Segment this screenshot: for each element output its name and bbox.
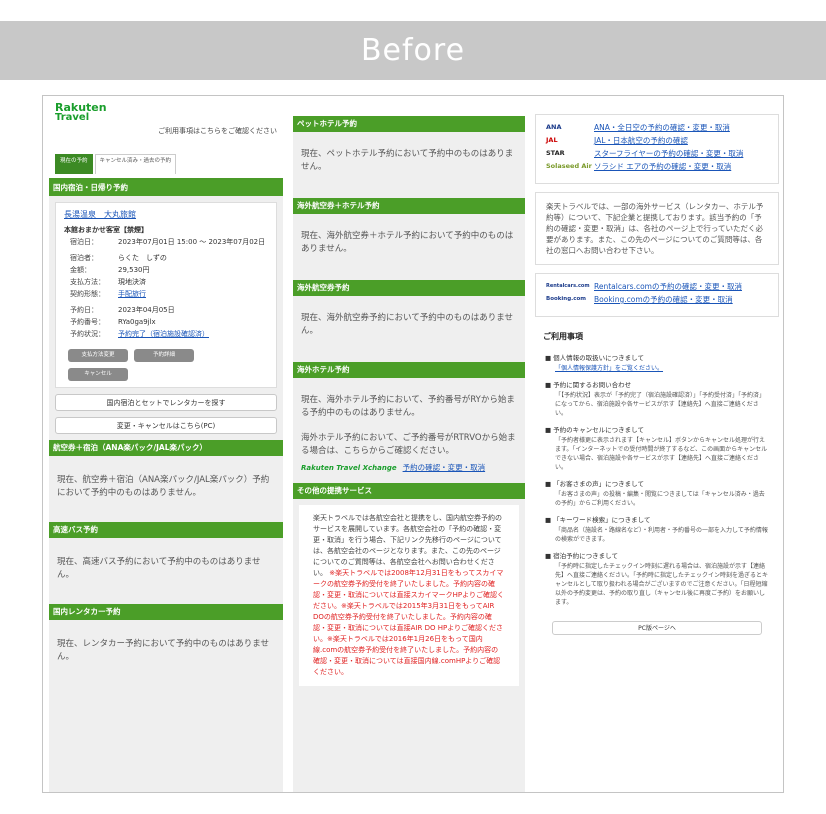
note-heading: 宿泊予約につきまして xyxy=(535,548,779,562)
notes-title: ご利用事項 xyxy=(543,332,583,341)
contract-type-link[interactable]: 手配旅行 xyxy=(118,289,268,299)
empty-message: 現在、レンタカー予約において予約中のものはありません。 xyxy=(57,639,269,662)
reservation-tabs: 現在の予約 キャンセル済み・過去の予約 xyxy=(49,150,283,180)
empty-message: 現在、ペットホテル予約において予約中のものはありません。 xyxy=(301,149,514,172)
section-header-pet: ペットホテル予約 xyxy=(293,116,525,132)
airline-row: JAL JAL・日本航空の予約の確認 xyxy=(546,136,768,145)
status-link[interactable]: 予約完了（宿泊施設確認済） xyxy=(118,329,268,339)
tab-current[interactable]: 現在の予約 xyxy=(55,154,93,174)
change-cancel-pc-button[interactable]: 変更・キャンセルはこちら(PC) xyxy=(55,417,277,434)
field-row: 宿泊者： らくた しずの xyxy=(70,254,167,262)
xchange-logo: Rakuten Travel Xchange xyxy=(301,463,397,472)
usage-notes: ご利用事項 個人情報の取扱いにつきまして 「個人情報保護方針」をご覧ください。 … xyxy=(535,325,779,635)
note-body: 「【予約状況】表示が「予約完了（宿泊施設確認済）」「予約受付済」「予約済」になっ… xyxy=(555,392,766,417)
note-body: 「予約者様更に表示されます【キャンセル】ボタンからキャンセル処理が行えます。「イ… xyxy=(555,437,768,471)
section-header-domestic: 国内宿泊・日帰り予約 xyxy=(49,180,283,196)
empty-message: 現在、高速バス予約において予約中のものはありません。 xyxy=(57,557,261,580)
starflyer-logo: STAR xyxy=(546,149,565,157)
partner-row: Rentalcars.com Rentalcars.comの予約の確認・変更・取消 xyxy=(546,282,768,291)
airline-row: STAR スターフライヤーの予約の確認・変更・取消 xyxy=(546,149,768,158)
cancel-row: キャンセル xyxy=(64,368,268,381)
field-row: 金額： 29,530円 xyxy=(70,266,150,274)
section-header-overseas-hotel: 海外ホテル予約 xyxy=(293,362,525,378)
jal-link[interactable]: JAL・日本航空の予約の確認 xyxy=(594,136,768,145)
reservation-detail-button[interactable]: 予約詳細 xyxy=(134,349,194,362)
starflyer-link[interactable]: スターフライヤーの予約の確認・変更・取消 xyxy=(594,149,768,158)
xchange-link[interactable]: 予約の確認・変更・取消 xyxy=(403,462,486,473)
airline-links: ANA ANA・全日空の予約の確認・変更・取消 JAL JAL・日本航空の予約の確認… xyxy=(535,114,779,184)
section-header-overseas-air-hotel: 海外航空券＋ホテル予約 xyxy=(293,198,525,214)
column-right: ANA ANA・全日空の予約の確認・変更・取消 JAL JAL・日本航空の予約の確認… xyxy=(535,114,779,792)
section-header-rentacar: 国内レンタカー予約 xyxy=(49,604,283,620)
empty-message: 現在、海外航空券＋ホテル予約において予約中のものはありません。 xyxy=(301,231,514,254)
brand-logo-line2[interactable]: Travel xyxy=(55,113,277,123)
field-row: 予約番号： RYa0ga9jlx xyxy=(70,318,156,326)
column-middle: ペットホテル予約 現在、ペットホテル予約において予約中のものはありません。 海外… xyxy=(293,116,525,792)
section-header-ana-jal: 航空券＋宿泊（ANA楽パック/JAL楽パック） xyxy=(49,440,283,456)
section-header-bus: 高速バス予約 xyxy=(49,522,283,538)
solaseed-link[interactable]: ソラシド エアの予約の確認・変更・取消 xyxy=(594,162,768,171)
screenshot-frame: Rakuten Travel ご利用事項はこちらをご確認ください 現在の予約 キ… xyxy=(42,95,784,793)
ana-logo: ANA xyxy=(546,123,562,131)
tab-past[interactable]: キャンセル済み・過去の予約 xyxy=(94,154,177,174)
field-row: 宿泊日： 2023年07月01日 15:00 ～ 2023年07月02日 xyxy=(70,238,266,246)
change-payment-button[interactable]: 支払方法変更 xyxy=(68,349,128,362)
column-left: Rakuten Travel ご利用事項はこちらをご確認ください 現在の予約 キ… xyxy=(49,96,283,792)
solaseed-logo: Solaseed Air xyxy=(546,162,592,170)
action-buttons: 支払方法変更 予約詳細 xyxy=(64,349,268,362)
note-body: 「予約時に指定したチェックイン時刻に遅れる場合は、宿泊施設が示す【連絡先】へ直接… xyxy=(555,563,769,606)
airline-row: ANA ANA・全日空の予約の確認・変更・取消 xyxy=(546,123,768,132)
note-heading: 予約に関するお問い合わせ xyxy=(535,377,779,391)
pc-version-button[interactable]: PC版ページへ xyxy=(552,621,762,635)
usage-note: ご利用事項はこちらをご確認ください xyxy=(158,127,277,135)
booking-link[interactable]: Booking.comの予約の確認・変更・取消 xyxy=(594,295,768,304)
rentalcars-logo: Rentalcars.com xyxy=(546,283,590,289)
rentalcars-link[interactable]: Rentalcars.comの予約の確認・変更・取消 xyxy=(594,282,768,291)
note-body: 「商品名（施設名・路線名など）・利用者・予約番号の一部を入力して予約情報の検索が… xyxy=(555,527,768,543)
field-row: 予約日： 2023年04月05日 xyxy=(70,306,175,314)
note-body: 「お客さまの声」の投稿・編集・閲覧につきましては「キャンセル済み・過去の予約」か… xyxy=(555,491,765,507)
empty-message: 現在、海外ホテル予約において、予約番号がRYから始まる予約中のものはありません。 xyxy=(301,395,515,418)
privacy-link[interactable]: 「個人情報保護方針」をご覧ください。 xyxy=(535,364,779,373)
other-services-info: 楽天トラベルでは各航空会社と提携をし、国内航空券予約のサービスを展開しています。… xyxy=(299,505,519,686)
airline-row: Solaseed Air ソラシド エアの予約の確認・変更・取消 xyxy=(546,162,768,171)
rental-car-button[interactable]: 国内宿泊とセットでレンタカーを探す xyxy=(55,394,277,411)
ana-link[interactable]: ANA・全日空の予約の確認・変更・取消 xyxy=(594,123,768,132)
partner-links: Rentalcars.com Rentalcars.comの予約の確認・変更・取消… xyxy=(535,273,779,317)
section-header-overseas-air: 海外航空券予約 xyxy=(293,280,525,296)
before-banner: Before xyxy=(0,21,826,80)
booking-logo: Booking.com xyxy=(546,296,587,302)
header: Rakuten Travel ご利用事項はこちらをご確認ください xyxy=(49,96,283,150)
note-heading: 個人情報の取扱いにつきまして xyxy=(535,350,779,364)
note-heading: 予約のキャンセルにつきまして xyxy=(535,422,779,436)
rtrvo-message: 海外ホテル予約において、ご予約番号がRTRVOから始まる場合は、こちらからご確認… xyxy=(301,433,516,456)
section-header-other: その他の提携サービス xyxy=(293,483,525,499)
field-row: 予約状況： 予約完了（宿泊施設確認済） xyxy=(64,329,268,339)
cancel-button[interactable]: キャンセル xyxy=(68,368,128,381)
reservation-card: 長湯温泉 大丸旅館 本館おまかせ客室【禁煙】 宿泊日： 2023年07月01日 1… xyxy=(55,202,277,388)
xchange-row: Rakuten Travel Xchange 予約の確認・変更・取消 xyxy=(293,462,525,483)
field-row: 支払方法： 現地決済 xyxy=(70,278,146,286)
note-heading: 「お客さまの声」につきまして xyxy=(535,476,779,490)
overseas-partner-note: 楽天トラベルでは、一部の海外サービス（レンタカー、ホテル予約等）について、下記企… xyxy=(535,192,779,265)
room-name: 本館おまかせ客室【禁煙】 xyxy=(64,226,148,234)
empty-message: 現在、海外航空券予約において予約中のものはありません。 xyxy=(301,313,513,336)
other-warning: ※楽天トラベルでは2008年12月31日をもってスカイマークの航空券予約受付を終… xyxy=(313,569,504,676)
overseas-note-text: 楽天トラベルでは、一部の海外サービス（レンタカー、ホテル予約等）について、下記企… xyxy=(546,202,764,255)
note-heading: 「キーワード検索」につきまして xyxy=(535,512,779,526)
jal-logo: JAL xyxy=(546,136,558,144)
other-text: 楽天トラベルでは各航空会社と提携をし、国内航空券予約のサービスを展開しています。… xyxy=(313,514,502,577)
field-row: 契約形態： 手配旅行 xyxy=(64,289,268,299)
partner-row: Booking.com Booking.comの予約の確認・変更・取消 xyxy=(546,295,768,304)
hotel-name-link[interactable]: 長湯温泉 大丸旅館 xyxy=(64,209,268,220)
empty-message: 現在、航空券＋宿泊（ANA楽パック/JAL楽パック）予約において予約中のものはあ… xyxy=(57,475,270,498)
